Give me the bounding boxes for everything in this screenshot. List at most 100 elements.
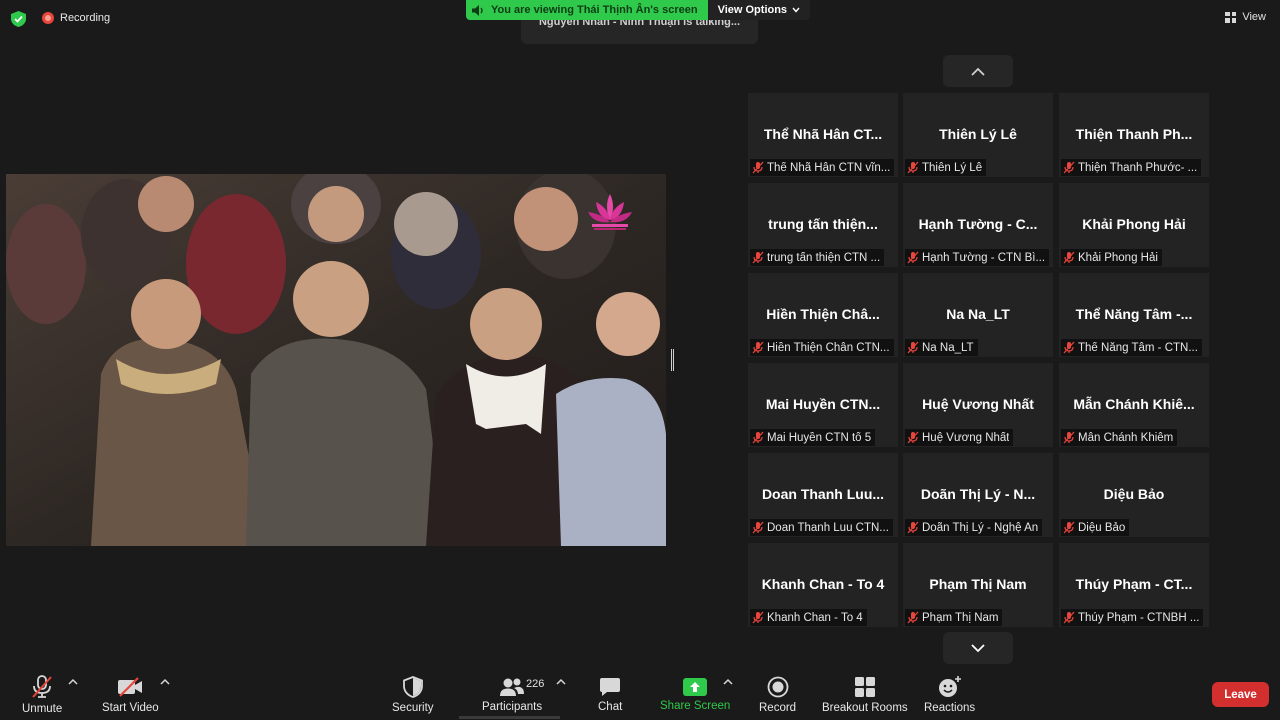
participant-display-name: Diệu Bảo	[1103, 486, 1165, 502]
participant-tile[interactable]: Phạm Thị Nam Phạm Thị Nam	[903, 543, 1053, 627]
participant-display-name: Mẫn Chánh Khiê...	[1073, 396, 1195, 412]
mic-muted-icon	[752, 521, 764, 534]
mic-muted-icon	[1063, 341, 1075, 354]
mic-muted-icon	[907, 341, 919, 354]
chat-button[interactable]: Chat	[598, 664, 622, 713]
participant-name-label: Hiền Thiện Chân CTN...	[750, 339, 894, 356]
mic-muted-icon	[1063, 431, 1075, 444]
mic-muted-icon	[1063, 161, 1075, 174]
view-button[interactable]: View	[1225, 11, 1266, 23]
participant-display-name: trung tấn thiện...	[768, 216, 878, 232]
participant-label-text: Thể Năng Tâm - CTN...	[1078, 341, 1198, 354]
grid-view-icon	[1225, 11, 1237, 23]
participant-tile[interactable]: Khanh Chan - To 4 Khanh Chan - To 4	[748, 543, 898, 627]
mic-muted-icon	[907, 431, 919, 444]
video-frame	[6, 174, 666, 546]
shared-screen-video	[6, 174, 666, 546]
mic-muted-icon	[907, 251, 919, 264]
unmute-label: Unmute	[22, 703, 63, 715]
view-label: View	[1242, 11, 1266, 23]
participant-display-name: Thúy Phạm - CT...	[1075, 576, 1193, 592]
start-video-button[interactable]: Start Video	[102, 664, 159, 714]
start-video-label: Start Video	[102, 702, 159, 714]
breakout-rooms-icon	[854, 677, 875, 697]
participant-label-text: Huệ Vương Nhất	[922, 431, 1010, 444]
mic-muted-icon	[752, 251, 764, 264]
video-options-caret-icon[interactable]	[160, 678, 170, 686]
participant-name-label: Thiện Thanh Phước- ...	[1061, 159, 1202, 176]
gallery-next-page-button[interactable]	[943, 632, 1013, 664]
participant-display-name: Na Na_LT	[946, 306, 1010, 322]
record-label: Record	[759, 702, 797, 714]
participant-display-name: Thiện Thanh Ph...	[1075, 126, 1193, 142]
mic-muted-icon	[1063, 251, 1075, 264]
reactions-label: Reactions	[924, 702, 976, 714]
mic-muted-icon	[907, 611, 919, 624]
participant-name-label: Phạm Thị Nam	[905, 609, 1003, 626]
participant-tile[interactable]: Thúy Phạm - CT... Thúy Phạm - CTNBH ...	[1059, 543, 1209, 627]
reactions-button[interactable]: Reactions	[924, 664, 975, 714]
chevron-up-icon	[971, 67, 985, 76]
share-options-caret-icon[interactable]	[723, 678, 733, 686]
participant-label-text: Doan Thanh Luu CTN...	[767, 521, 889, 534]
audio-options-caret-icon[interactable]	[68, 678, 78, 686]
reactions-icon	[938, 676, 961, 697]
participant-tile[interactable]: Mai Huyền CTN... Mai Huyền CTN tổ 5	[748, 363, 898, 447]
participant-display-name: Hạnh Tường - C...	[918, 216, 1038, 232]
participant-label-text: Hiền Thiện Chân CTN...	[767, 341, 890, 354]
recording-indicator[interactable]: Recording	[42, 12, 110, 24]
share-screen-icon	[683, 678, 708, 696]
participant-display-name: Thiên Lý Lê	[939, 126, 1017, 142]
participant-tile[interactable]: Khải Phong Hải Khải Phong Hải	[1059, 183, 1209, 267]
participant-label-text: Na Na_LT	[922, 341, 974, 354]
chat-label: Chat	[598, 701, 623, 713]
gallery-prev-page-button[interactable]	[943, 55, 1013, 87]
participant-tile[interactable]: Thể Năng Tâm -... Thể Năng Tâm - CTN...	[1059, 273, 1209, 357]
view-options-button[interactable]: View Options	[707, 0, 811, 20]
participant-tile[interactable]: Hạnh Tường - C... Hạnh Tường - CTN Bì...	[903, 183, 1053, 267]
participant-tile[interactable]: Doan Thanh Luu... Doan Thanh Luu CTN...	[748, 453, 898, 537]
speaker-icon	[472, 4, 483, 16]
participant-name-label: Hạnh Tường - CTN Bì...	[905, 249, 1050, 266]
participant-display-name: Doan Thanh Luu...	[761, 486, 885, 502]
participant-tile[interactable]: Hiền Thiện Châ... Hiền Thiện Chân CTN...	[748, 273, 898, 357]
participant-name-label: Thúy Phạm - CTNBH ...	[1061, 609, 1204, 626]
participant-label-text: Khanh Chan - To 4	[767, 611, 863, 624]
participant-label-text: Thiên Lý Lê	[922, 161, 983, 174]
participant-tile[interactable]: Thiện Thanh Ph... Thiện Thanh Phước- ...	[1059, 93, 1209, 177]
participant-tile[interactable]: Thể Nhã Hân CT... Thể Nhã Hân CTN vĩn...	[748, 93, 898, 177]
participant-display-name: Khanh Chan - To 4	[761, 576, 885, 592]
mic-muted-icon	[907, 521, 919, 534]
participants-options-caret-icon[interactable]	[556, 678, 566, 686]
toolbar-active-indicator	[459, 716, 560, 719]
panel-resize-handle[interactable]	[671, 349, 674, 371]
participant-tile[interactable]: Mẫn Chánh Khiê... Mẫn Chánh Khiêm	[1059, 363, 1209, 447]
participant-label-text: Thiện Thanh Phước- ...	[1078, 161, 1198, 174]
security-shield-icon[interactable]	[11, 11, 26, 27]
record-button[interactable]: Record	[759, 664, 796, 714]
participant-label-text: Hạnh Tường - CTN Bì...	[922, 251, 1046, 264]
participant-label-text: Mai Huyền CTN tổ 5	[767, 431, 872, 444]
participant-name-label: Mai Huyền CTN tổ 5	[750, 429, 876, 446]
breakout-rooms-button[interactable]: Breakout Rooms	[822, 664, 908, 714]
participant-name-label: trung tấn thiện CTN ...	[750, 249, 885, 266]
participant-name-label: Thiên Lý Lê	[905, 159, 987, 176]
participant-tile[interactable]: Doãn Thị Lý - N... Doãn Thị Lý - Nghệ An	[903, 453, 1053, 537]
security-label: Security	[392, 702, 434, 714]
security-button[interactable]: Security	[392, 664, 434, 714]
participant-count: 226	[526, 678, 545, 690]
participant-tile[interactable]: Diệu Bảo Diệu Bảo	[1059, 453, 1209, 537]
participant-name-label: Diệu Bảo	[1061, 519, 1130, 536]
leave-button[interactable]: Leave	[1212, 682, 1269, 707]
unmute-button[interactable]: Unmute	[22, 664, 62, 715]
mic-muted-icon	[907, 161, 919, 174]
participant-tile[interactable]: Huệ Vương Nhất Huệ Vương Nhất	[903, 363, 1053, 447]
participant-tile[interactable]: Na Na_LT Na Na_LT	[903, 273, 1053, 357]
participant-tile[interactable]: Thiên Lý Lê Thiên Lý Lê	[903, 93, 1053, 177]
participant-tile[interactable]: trung tấn thiện... trung tấn thiện CTN ..…	[748, 183, 898, 267]
chevron-down-icon	[792, 7, 800, 13]
participant-name-label: Mẫn Chánh Khiêm	[1061, 429, 1178, 446]
share-screen-button[interactable]: Share Screen	[660, 664, 730, 712]
participant-display-name: Mai Huyền CTN...	[765, 396, 881, 412]
participant-display-name: Khải Phong Hải	[1082, 216, 1186, 232]
